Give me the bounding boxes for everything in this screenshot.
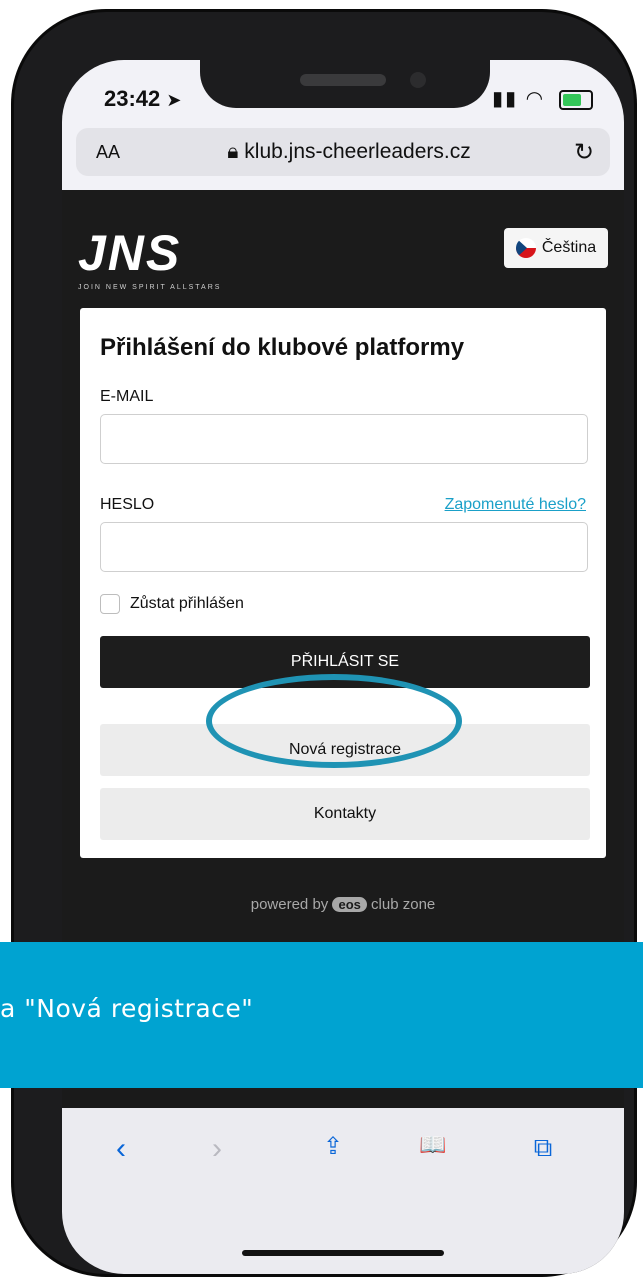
club-logo[interactable]: JNS JOIN NEW SPIRIT ALLSTARS bbox=[78, 224, 221, 291]
location-arrow-icon: ➤ bbox=[166, 90, 182, 110]
czech-flag-icon bbox=[515, 238, 536, 258]
url-text: klub.jns-cheerleaders.cz bbox=[244, 140, 471, 163]
language-label: Čeština bbox=[541, 239, 597, 256]
tabs-icon[interactable]: ⧉ bbox=[518, 1132, 568, 1164]
volume-down-button bbox=[20, 392, 30, 488]
battery-icon bbox=[558, 89, 593, 110]
login-card: Přihlášení do klubové platformy E-MAIL H… bbox=[80, 308, 606, 858]
eos-logo: eos bbox=[332, 897, 367, 912]
login-button[interactable]: PŘIHLÁSIT SE bbox=[100, 636, 590, 688]
lock-icon: 🔒︎ bbox=[227, 140, 239, 163]
back-icon[interactable]: ‹ bbox=[96, 1132, 146, 1166]
speaker bbox=[300, 74, 386, 86]
share-icon[interactable]: ⇪ bbox=[308, 1132, 358, 1161]
remember-checkbox[interactable] bbox=[100, 594, 120, 614]
register-button[interactable]: Nová registrace bbox=[100, 724, 590, 776]
email-field[interactable] bbox=[100, 414, 588, 464]
status-time: 23:42 ➤ bbox=[104, 86, 182, 112]
wifi-icon: ◠ bbox=[525, 88, 546, 110]
browser-toolbar: ‹ › ⇪ 📖 ⧉ bbox=[62, 1108, 624, 1274]
notch bbox=[200, 60, 490, 108]
forward-icon[interactable]: › bbox=[192, 1132, 242, 1166]
clock-text: 23:42 bbox=[104, 86, 161, 111]
page-title: Přihlášení do klubové platformy bbox=[100, 334, 465, 361]
signal-icon: ▮▮ bbox=[492, 88, 519, 110]
home-indicator bbox=[242, 1250, 444, 1256]
language-button[interactable]: Čeština bbox=[504, 228, 608, 268]
volume-up-button bbox=[20, 274, 30, 370]
address-bar[interactable]: AA 🔒︎ klub.jns-cheerleaders.cz ↻ bbox=[76, 128, 610, 176]
url-field[interactable]: 🔒︎ klub.jns-cheerleaders.cz bbox=[140, 140, 558, 164]
mute-switch bbox=[20, 182, 30, 232]
banner-text: a "Nová registrace" bbox=[0, 994, 254, 1023]
email-label: E-MAIL bbox=[100, 388, 154, 405]
powered-suffix: club zone bbox=[371, 896, 436, 913]
remember-label: Zůstat přihlášen bbox=[130, 595, 244, 612]
password-label: HESLO bbox=[100, 496, 155, 513]
contacts-button[interactable]: Kontakty bbox=[100, 788, 590, 840]
remember-me[interactable]: Zůstat přihlášen bbox=[100, 594, 244, 614]
powered-by: powered by eos club zone bbox=[62, 896, 624, 913]
password-field[interactable] bbox=[100, 522, 588, 572]
logo-tagline: JOIN NEW SPIRIT ALLSTARS bbox=[78, 284, 222, 291]
bookmarks-icon[interactable]: 📖 bbox=[408, 1132, 458, 1158]
logo-text: JNS bbox=[78, 225, 182, 281]
powered-prefix: powered by bbox=[250, 896, 329, 913]
status-indicators: ▮▮ ◠ bbox=[492, 86, 593, 111]
reload-icon[interactable]: ↻ bbox=[558, 138, 610, 167]
phone-screen: 23:42 ➤ ▮▮ ◠ AA 🔒︎ klub.jns-cheerleaders… bbox=[62, 60, 624, 1274]
camera bbox=[410, 72, 426, 88]
text-size-button[interactable]: AA bbox=[76, 142, 140, 163]
forgot-password-link[interactable]: Zapomenuté heslo? bbox=[445, 496, 586, 514]
instruction-banner: a "Nová registrace" bbox=[0, 942, 643, 1088]
